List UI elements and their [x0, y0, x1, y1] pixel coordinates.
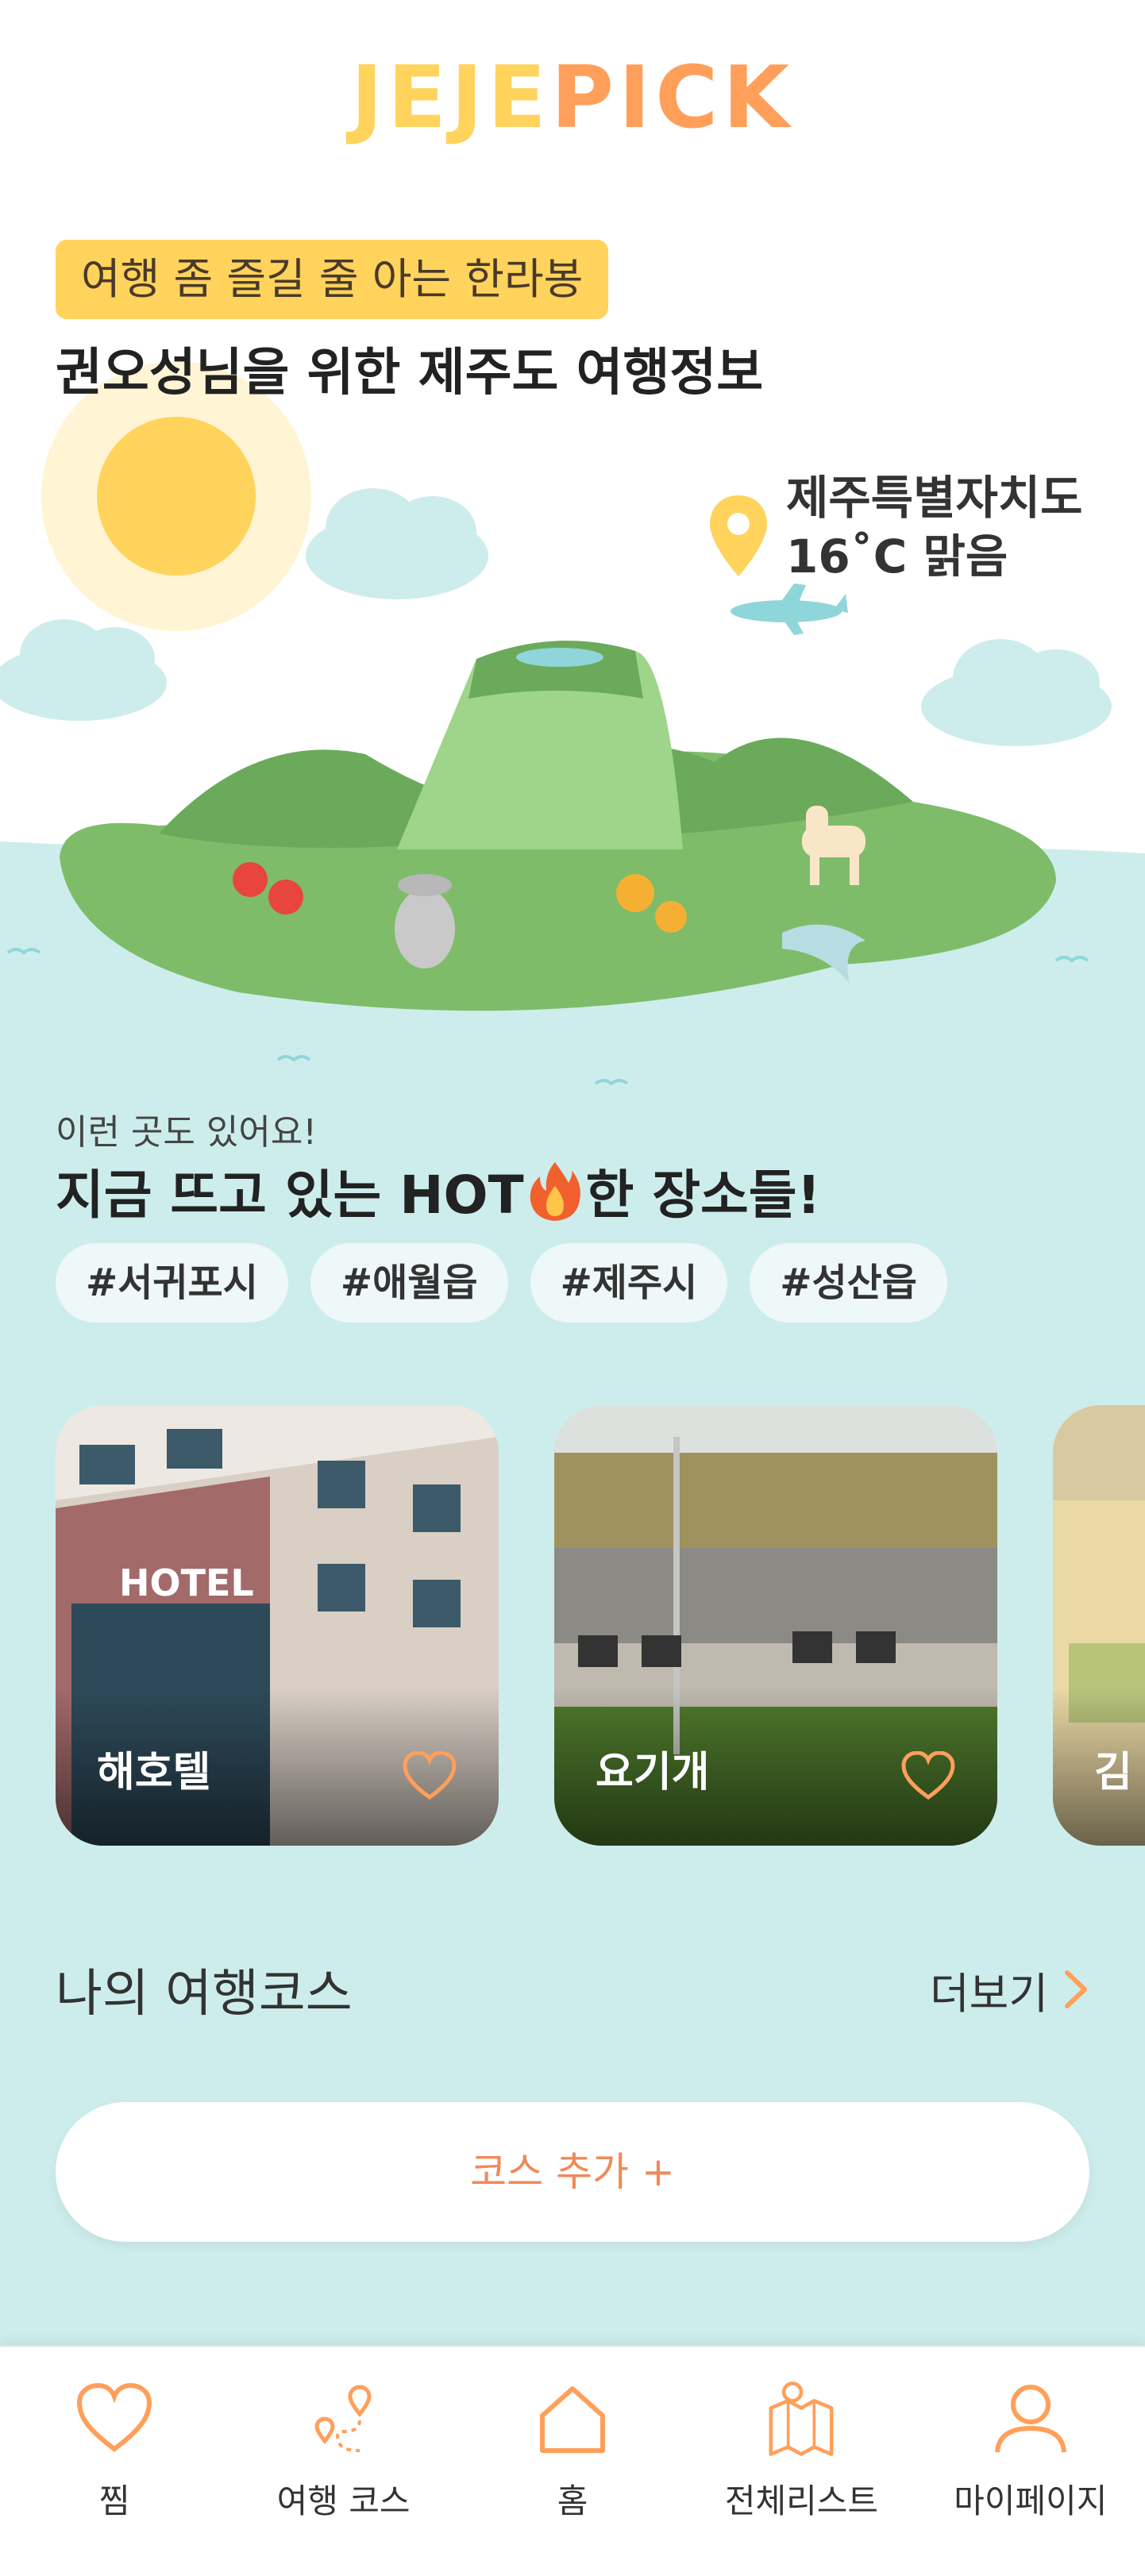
- app-logo: JEJEPICK: [0, 56, 1145, 141]
- nav-item-mypage[interactable]: 마이페이지: [916, 2347, 1145, 2576]
- user-icon: [994, 2385, 1066, 2453]
- location-name: 제주특별자치도: [786, 471, 1083, 525]
- place-card[interactable]: 김: [1053, 1405, 1145, 1846]
- heart-icon[interactable]: [402, 1751, 457, 1802]
- more-link[interactable]: 더보기: [930, 1958, 1089, 2021]
- hot-title-part2: 한 장소들!: [585, 1165, 821, 1226]
- hot-caption: 이런 곳도 있어요!: [56, 1112, 317, 1153]
- chip-seongsan[interactable]: #성산읍: [750, 1243, 947, 1323]
- weather-text: 16˚C 맑음: [786, 529, 1008, 583]
- place-name: 해호텔: [97, 1749, 211, 1796]
- chip-seogwipo[interactable]: #서귀포시: [56, 1243, 288, 1323]
- nav-label: 여행 코스: [276, 2482, 411, 2520]
- logo-text-pick: PICK: [550, 48, 795, 148]
- nav-label: 홈: [557, 2482, 588, 2520]
- nav-item-course[interactable]: 여행 코스: [229, 2347, 457, 2576]
- place-name: 요기개: [596, 1749, 710, 1796]
- place-card[interactable]: HOTEL 해호텔: [56, 1405, 499, 1846]
- heart-icon: [77, 2382, 152, 2452]
- home-icon: [540, 2386, 606, 2453]
- jeju-island-illustration: [0, 361, 1145, 1111]
- nav-label: 마이페이지: [954, 2482, 1108, 2520]
- user-tag-banner: 여행 좀 즐길 줄 아는 한라봉: [56, 240, 609, 319]
- route-icon: [314, 2385, 372, 2452]
- nav-label: 전체리스트: [724, 2482, 879, 2520]
- heart-icon[interactable]: [900, 1751, 956, 1802]
- chip-jeju-si[interactable]: #제주시: [530, 1243, 728, 1323]
- logo-text-jeje: JEJE: [350, 48, 551, 148]
- chip-aewol[interactable]: #애월읍: [310, 1243, 508, 1323]
- place-name: 김: [1094, 1749, 1132, 1796]
- map-icon: [769, 2382, 834, 2456]
- my-course-title: 나의 여행코스: [56, 1965, 353, 2023]
- more-label: 더보기: [929, 1968, 1048, 2019]
- weather-widget: 제주특별자치도 16˚C 맑음: [707, 468, 1083, 586]
- hot-title-part1: 지금 뜨고 있는 HOT: [56, 1165, 524, 1226]
- chevron-right-icon: [1065, 1970, 1087, 2008]
- add-course-button[interactable]: 코스 추가 +: [56, 2102, 1089, 2242]
- nav-item-home[interactable]: 홈: [458, 2347, 687, 2576]
- place-card[interactable]: 요기개: [554, 1405, 997, 1846]
- nav-label: 찜: [98, 2482, 130, 2520]
- hot-place-carousel[interactable]: HOTEL 해호텔 요기개 김: [56, 1405, 1145, 1846]
- my-course-header: 나의 여행코스 더보기: [56, 1953, 1089, 2026]
- fire-icon: [530, 1162, 580, 1221]
- region-chips: #서귀포시 #애월읍 #제주시 #성산읍: [56, 1243, 947, 1323]
- location-pin-icon: [710, 495, 767, 576]
- nav-item-wishlist[interactable]: 찜: [0, 2347, 229, 2576]
- page-headline: 권오성님을 위한 제주도 여행정보: [56, 344, 764, 402]
- hot-title: 지금 뜨고 있는 HOT 한 장소들!: [56, 1153, 821, 1229]
- svg-text:HOTEL: HOTEL: [119, 1561, 254, 1604]
- nav-item-all-list[interactable]: 전체리스트: [687, 2347, 916, 2576]
- bottom-navigation: 찜 여행 코스 홈 전체리스트 마이페이지: [0, 2346, 1145, 2576]
